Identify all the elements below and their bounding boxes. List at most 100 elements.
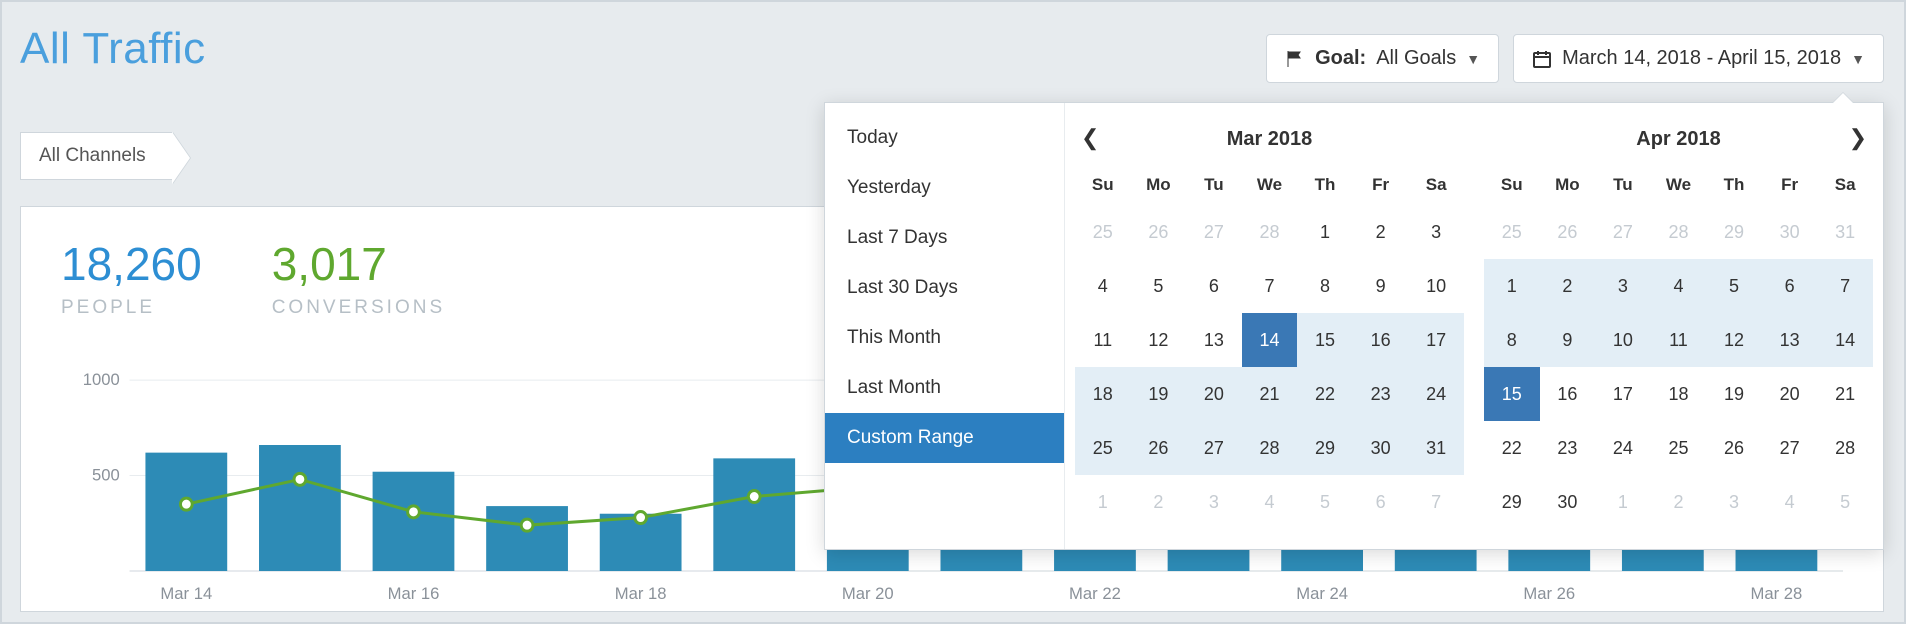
calendar-day[interactable]: 24 (1408, 367, 1464, 421)
date-range-selector[interactable]: March 14, 2018 - April 15, 2018 ▼ (1513, 34, 1884, 83)
calendar-day[interactable]: 24 (1595, 421, 1651, 475)
calendar-day[interactable]: 20 (1186, 367, 1242, 421)
stat-people-label: PEOPLE (61, 297, 202, 319)
svg-text:Mar 14: Mar 14 (160, 584, 212, 603)
stat-conversions: 3,017 CONVERSIONS (272, 237, 445, 319)
date-preset-item[interactable]: This Month (825, 313, 1064, 363)
date-preset-item[interactable]: Yesterday (825, 163, 1064, 213)
calendar-day[interactable]: 2 (1353, 205, 1409, 259)
flag-icon (1285, 49, 1305, 69)
calendar-day[interactable]: 10 (1595, 313, 1651, 367)
calendar-dow: Fr (1762, 165, 1818, 205)
calendar-day[interactable]: 27 (1186, 421, 1242, 475)
calendar-day[interactable]: 12 (1706, 313, 1762, 367)
svg-text:Mar 28: Mar 28 (1751, 584, 1803, 603)
calendar-day: 2 (1651, 475, 1707, 529)
svg-text:Mar 22: Mar 22 (1069, 584, 1121, 603)
calendar-day[interactable]: 29 (1297, 421, 1353, 475)
calendar-day[interactable]: 28 (1242, 421, 1298, 475)
calendar-day[interactable]: 21 (1242, 367, 1298, 421)
calendar-day[interactable]: 4 (1651, 259, 1707, 313)
calendar-dow: We (1242, 165, 1298, 205)
calendar-day[interactable]: 17 (1595, 367, 1651, 421)
calendar-day[interactable]: 16 (1353, 313, 1409, 367)
calendar-day[interactable]: 28 (1817, 421, 1873, 475)
svg-text:Mar 26: Mar 26 (1523, 584, 1575, 603)
calendar-day[interactable]: 11 (1651, 313, 1707, 367)
calendar-day[interactable]: 3 (1408, 205, 1464, 259)
date-preset-item[interactable]: Last Month (825, 363, 1064, 413)
calendar-day[interactable]: 18 (1651, 367, 1707, 421)
calendar-day[interactable]: 23 (1353, 367, 1409, 421)
calendar-day[interactable]: 14 (1242, 313, 1298, 367)
calendar-day[interactable]: 26 (1706, 421, 1762, 475)
goal-selector[interactable]: Goal: All Goals ▼ (1266, 34, 1499, 83)
calendar-day[interactable]: 26 (1131, 421, 1187, 475)
calendar-dow: Tu (1186, 165, 1242, 205)
calendar-day[interactable]: 23 (1540, 421, 1596, 475)
calendar-day[interactable]: 31 (1408, 421, 1464, 475)
calendar-day[interactable]: 4 (1075, 259, 1131, 313)
calendar-next-icon[interactable]: ❯ (1849, 125, 1867, 151)
calendar-day[interactable]: 30 (1353, 421, 1409, 475)
calendar-day[interactable]: 9 (1540, 313, 1596, 367)
calendar-day[interactable]: 1 (1484, 259, 1540, 313)
breadcrumb-item[interactable]: All Channels (20, 132, 172, 180)
calendar-day[interactable]: 18 (1075, 367, 1131, 421)
calendar-day[interactable]: 5 (1706, 259, 1762, 313)
date-preset-item[interactable]: Today (825, 113, 1064, 163)
calendar-day[interactable]: 10 (1408, 259, 1464, 313)
calendar-day: 1 (1075, 475, 1131, 529)
svg-text:Mar 16: Mar 16 (388, 584, 440, 603)
calendar-day[interactable]: 17 (1408, 313, 1464, 367)
calendar-icon (1532, 49, 1552, 69)
calendar-day[interactable]: 25 (1651, 421, 1707, 475)
calendar-day[interactable]: 7 (1242, 259, 1298, 313)
calendar-day: 31 (1817, 205, 1873, 259)
svg-text:1000: 1000 (83, 370, 120, 389)
calendar-day: 6 (1353, 475, 1409, 529)
stat-people-value: 18,260 (61, 237, 202, 291)
calendar-day[interactable]: 13 (1762, 313, 1818, 367)
calendar-day[interactable]: 21 (1817, 367, 1873, 421)
calendar-day[interactable]: 6 (1186, 259, 1242, 313)
calendar-day[interactable]: 1 (1297, 205, 1353, 259)
date-preset-item[interactable]: Last 7 Days (825, 213, 1064, 263)
calendar-day[interactable]: 9 (1353, 259, 1409, 313)
stat-conversions-value: 3,017 (272, 237, 445, 291)
calendar-day[interactable]: 22 (1297, 367, 1353, 421)
calendar-day[interactable]: 8 (1297, 259, 1353, 313)
calendar-day[interactable]: 14 (1817, 313, 1873, 367)
calendar-day[interactable]: 27 (1762, 421, 1818, 475)
calendar-day[interactable]: 11 (1075, 313, 1131, 367)
calendar-day[interactable]: 5 (1131, 259, 1187, 313)
date-preset-item[interactable]: Last 30 Days (825, 263, 1064, 313)
calendar-day[interactable]: 15 (1297, 313, 1353, 367)
calendar-day[interactable]: 6 (1762, 259, 1818, 313)
calendar-day: 4 (1762, 475, 1818, 529)
calendar-day[interactable]: 3 (1595, 259, 1651, 313)
calendar-day[interactable]: 7 (1817, 259, 1873, 313)
calendar-day[interactable]: 30 (1540, 475, 1596, 529)
calendar-prev-icon[interactable]: ❮ (1081, 125, 1099, 151)
calendar-day[interactable]: 8 (1484, 313, 1540, 367)
calendar-day[interactable]: 20 (1762, 367, 1818, 421)
calendar-day[interactable]: 19 (1131, 367, 1187, 421)
calendar-day: 3 (1186, 475, 1242, 529)
calendar-day: 25 (1075, 205, 1131, 259)
calendar-day[interactable]: 12 (1131, 313, 1187, 367)
calendar-day[interactable]: 15 (1484, 367, 1540, 421)
date-preset-item[interactable]: Custom Range (825, 413, 1064, 463)
calendar-day: 4 (1242, 475, 1298, 529)
calendar-day[interactable]: 16 (1540, 367, 1596, 421)
calendar-day[interactable]: 29 (1484, 475, 1540, 529)
calendar-day[interactable]: 22 (1484, 421, 1540, 475)
calendar-day[interactable]: 25 (1075, 421, 1131, 475)
calendar-day[interactable]: 13 (1186, 313, 1242, 367)
svg-text:Mar 18: Mar 18 (615, 584, 667, 603)
calendar-dow: Sa (1817, 165, 1873, 205)
calendar-day[interactable]: 2 (1540, 259, 1596, 313)
svg-text:Mar 20: Mar 20 (842, 584, 894, 603)
calendar-day[interactable]: 19 (1706, 367, 1762, 421)
caret-down-icon: ▼ (1851, 51, 1865, 67)
